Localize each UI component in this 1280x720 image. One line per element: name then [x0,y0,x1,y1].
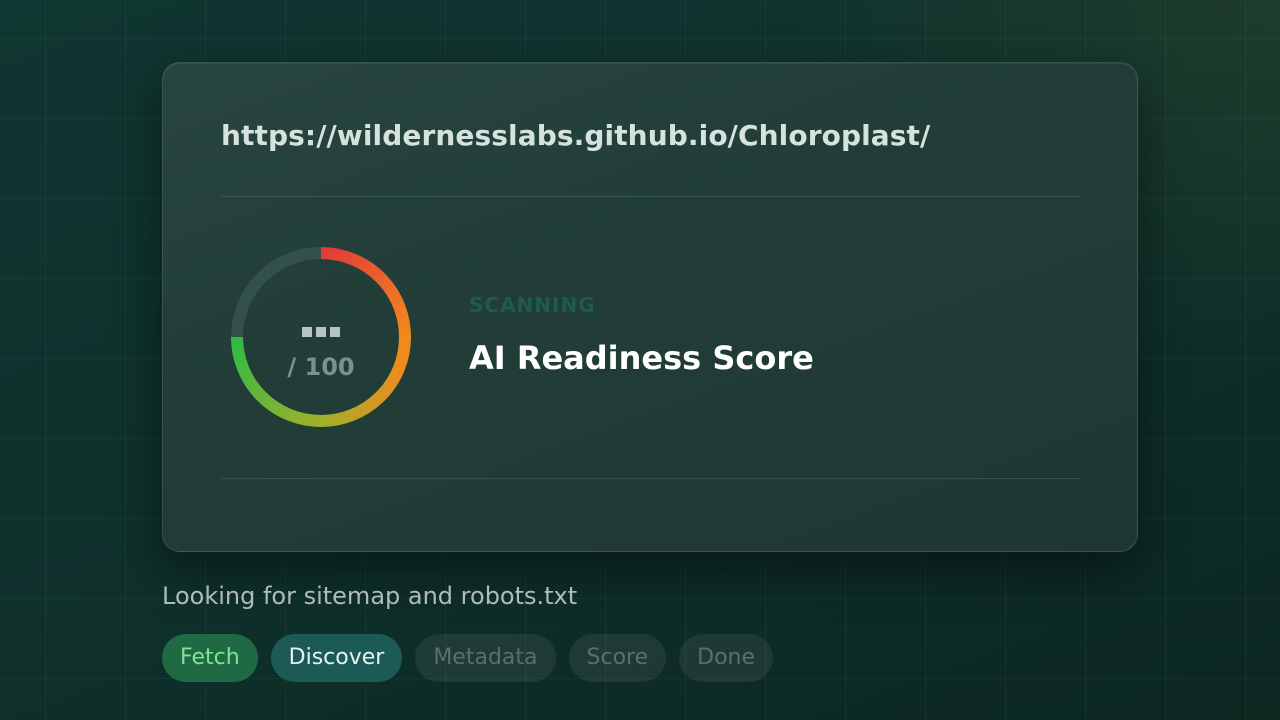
score-title: AI Readiness Score [469,339,814,377]
score-gauge: / 100 [223,239,419,435]
gauge-arc-1 [320,247,411,338]
card-divider-top [221,196,1081,197]
gauge-ring [231,247,411,427]
step-list: Fetch Discover Metadata Score Done [162,634,774,682]
score-max: / 100 [287,353,355,381]
scan-card: https://wildernesslabs.github.io/Chlorop… [162,62,1138,552]
status-label: SCANNING [469,293,596,317]
step-done: Done [679,634,774,682]
step-metadata: Metadata [415,634,556,682]
card-divider-bottom [221,478,1081,479]
placeholder-dot [316,327,326,337]
step-fetch: Fetch [162,634,258,682]
scanned-url: https://wildernesslabs.github.io/Chlorop… [221,119,931,152]
step-discover: Discover [270,634,403,682]
score-placeholder [223,327,419,337]
step-score: Score [568,634,667,682]
placeholder-dot [330,327,340,337]
placeholder-dot [302,327,312,337]
progress-caption: Looking for sitemap and robots.txt [162,582,578,610]
